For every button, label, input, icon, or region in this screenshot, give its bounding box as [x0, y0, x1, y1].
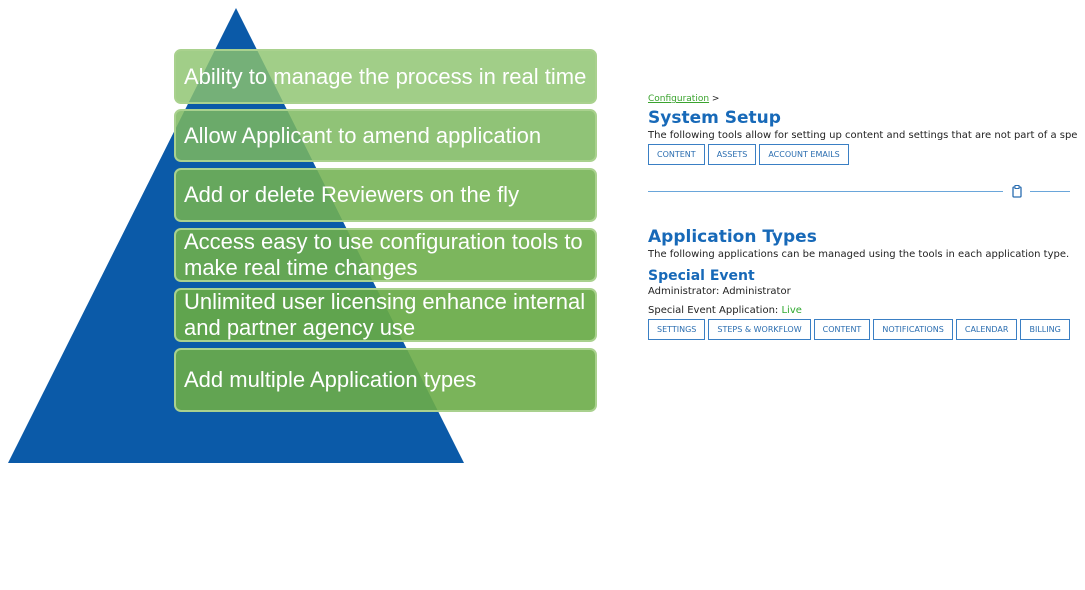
level-label: Add multiple Application types [184, 367, 477, 392]
system-setup-description: The following tools allow for setting up… [648, 130, 1078, 141]
application-types-title: Application Types [648, 227, 817, 247]
application-status: Special Event Application: Live [648, 305, 1085, 316]
account-emails-button[interactable]: ACCOUNT EMAILS [759, 144, 849, 165]
status-label: Special Event Application: [648, 305, 779, 316]
pyramid-level-1: Ability to manage the process in real ti… [174, 49, 597, 104]
special-event-title: Special Event [648, 268, 755, 284]
breadcrumb-configuration-link[interactable]: Configuration [648, 94, 709, 104]
content-button[interactable]: CONTENT [648, 144, 705, 165]
section-divider [648, 185, 1085, 199]
pyramid-level-2: Allow Applicant to amend application [174, 109, 597, 162]
level-label: Access easy to use configuration tools t… [184, 229, 583, 280]
administrator-label: Administrator: Administrator [648, 286, 791, 297]
config-screenshot: Configuration > System Setup The followi… [648, 94, 1085, 340]
level-label: Ability to manage the process in real ti… [184, 63, 587, 89]
breadcrumb: Configuration > [648, 94, 1085, 104]
calendar-button[interactable]: CALENDAR [955, 319, 1018, 340]
pyramid-level-4: Access easy to use configuration tools t… [174, 228, 597, 282]
pyramid-level-3: Add or delete Reviewers on the fly [174, 168, 597, 222]
content-button[interactable]: CONTENT [813, 319, 871, 340]
assets-button[interactable]: ASSETS [707, 144, 757, 165]
level-label: Add or delete Reviewers on the fly [184, 182, 520, 207]
clipboard-icon[interactable] [1012, 185, 1022, 198]
system-setup-title: System Setup [648, 108, 781, 128]
notifications-button[interactable]: NOTIFICATIONS [873, 319, 953, 340]
steps-workflow-button[interactable]: STEPS & WORKFLOW [708, 319, 811, 340]
application-types-description: The following applications can be manage… [648, 249, 1070, 260]
breadcrumb-separator: > [711, 94, 720, 104]
level-label: Allow Applicant to amend application [184, 122, 542, 148]
level-label: Unlimited user licensing enhance interna… [184, 289, 586, 340]
billing-button[interactable]: BILLING [1020, 319, 1070, 340]
status-badge: Live [781, 305, 802, 316]
settings-button[interactable]: SETTINGS [648, 319, 706, 340]
pyramid-level-6: Add multiple Application types [174, 348, 597, 412]
pyramid-level-5: Unlimited user licensing enhance interna… [174, 288, 597, 342]
